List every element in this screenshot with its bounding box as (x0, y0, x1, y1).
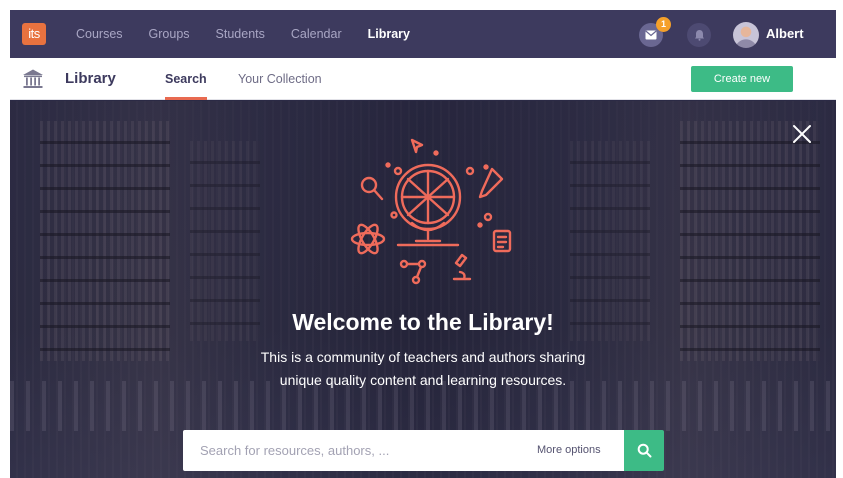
bell-icon (694, 30, 704, 41)
globe-science-illustration (350, 138, 512, 285)
nav-library[interactable]: Library (368, 27, 410, 41)
nav-students[interactable]: Students (216, 27, 265, 41)
library-building-icon (23, 69, 43, 88)
envelope-icon (645, 30, 657, 40)
library-welcome-hero: Welcome to the Library! This is a commun… (10, 101, 836, 478)
search-button[interactable] (624, 430, 664, 471)
nav-groups[interactable]: Groups (149, 27, 190, 41)
app-frame: its Courses Groups Students Calendar Lib… (10, 10, 836, 478)
library-subnav: Library Search Your Collection Create ne… (10, 58, 836, 100)
search-icon (637, 443, 651, 458)
welcome-description-line2: unique quality content and learning reso… (279, 372, 567, 388)
top-nav: its Courses Groups Students Calendar Lib… (10, 10, 836, 58)
welcome-description-line1: This is a community of teachers and auth… (260, 349, 586, 365)
create-new-button[interactable]: Create new (691, 66, 793, 92)
close-icon[interactable] (791, 123, 813, 145)
avatar[interactable] (733, 22, 759, 48)
nav-calendar[interactable]: Calendar (291, 27, 342, 41)
nav-courses[interactable]: Courses (76, 27, 123, 41)
tab-search[interactable]: Search (165, 58, 207, 100)
main-nav: Courses Groups Students Calendar Library (76, 10, 436, 58)
balustrade (10, 381, 836, 431)
welcome-heading: Welcome to the Library! (292, 309, 554, 335)
tab-your-collection[interactable]: Your Collection (238, 58, 322, 100)
notifications-button[interactable] (687, 23, 711, 47)
its-logo[interactable]: its (22, 23, 46, 45)
search-input[interactable] (183, 430, 523, 471)
user-name[interactable]: Albert (766, 10, 804, 58)
more-options-link[interactable]: More options (537, 430, 601, 471)
page-title: Library (65, 70, 116, 87)
library-search-box: More options (183, 430, 624, 471)
notification-badge: 1 (656, 17, 671, 32)
